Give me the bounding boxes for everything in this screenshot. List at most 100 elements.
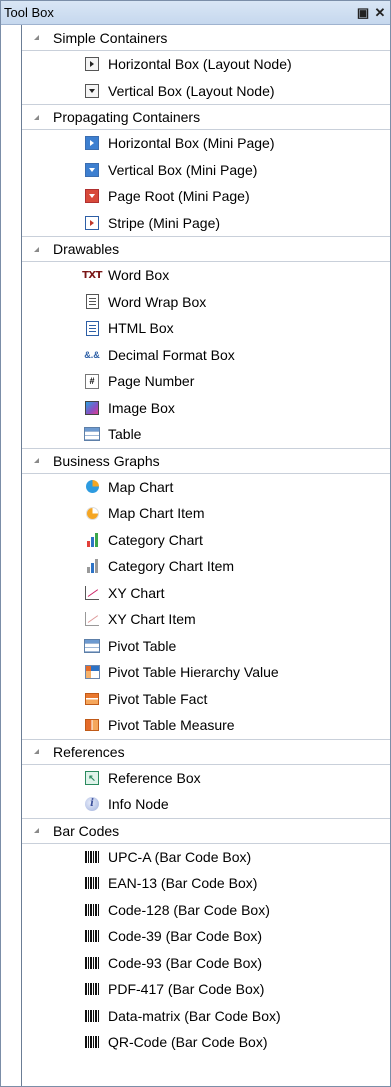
toolbox-item-label: Category Chart bbox=[108, 531, 203, 548]
page-number-icon: # bbox=[84, 373, 100, 389]
toolbox-item-label: Pivot Table bbox=[108, 637, 177, 654]
toolbox-item[interactable]: UPC-A (Bar Code Box) bbox=[22, 844, 390, 871]
horizontal-mini-page-icon bbox=[84, 135, 100, 151]
toolbox-item[interactable]: Page Root (Mini Page) bbox=[22, 183, 390, 210]
group-header[interactable]: Business Graphs bbox=[22, 447, 390, 474]
toolbox-item[interactable]: XY Chart Item bbox=[22, 606, 390, 633]
toolbox-item-label: XY Chart bbox=[108, 584, 165, 601]
toolbox-item[interactable]: Image Box bbox=[22, 395, 390, 422]
toolbox-item-label: Info Node bbox=[108, 796, 169, 813]
bar-chart-icon bbox=[84, 532, 100, 548]
toolbox-item-label: Code-128 (Bar Code Box) bbox=[108, 901, 270, 918]
toolbox-item[interactable]: TXT Word Box bbox=[22, 262, 390, 289]
reference-box-icon: ↖ bbox=[84, 770, 100, 786]
decimal-format-icon: &.& bbox=[84, 349, 100, 360]
toolbox-item[interactable]: Vertical Box (Mini Page) bbox=[22, 157, 390, 184]
group-header[interactable]: Bar Codes bbox=[22, 817, 390, 844]
collapse-triangle-icon[interactable] bbox=[34, 246, 39, 252]
toolbox-item[interactable]: Stripe (Mini Page) bbox=[22, 210, 390, 237]
toolbox-item-label: Category Chart Item bbox=[108, 558, 235, 575]
toolbox-item[interactable]: &.& Decimal Format Box bbox=[22, 342, 390, 369]
toolbox-item-label: Code-39 (Bar Code Box) bbox=[108, 928, 263, 945]
barcode-icon bbox=[84, 928, 100, 944]
toolbox-item-label: Image Box bbox=[108, 399, 175, 416]
toolbox-item-label: Table bbox=[108, 426, 142, 443]
group-label: Simple Containers bbox=[53, 29, 168, 46]
toolbox-item-label: Data-matrix (Bar Code Box) bbox=[108, 1007, 281, 1024]
pie-chart-item-icon bbox=[84, 505, 100, 521]
toolbox-item[interactable]: PDF-417 (Bar Code Box) bbox=[22, 976, 390, 1003]
toolbox-item[interactable]: Code-39 (Bar Code Box) bbox=[22, 923, 390, 950]
group-header[interactable]: Propagating Containers bbox=[22, 104, 390, 130]
toolbox-item[interactable]: Vertical Box (Layout Node) bbox=[22, 78, 390, 105]
toolbox-item[interactable]: Word Wrap Box bbox=[22, 289, 390, 316]
toolbox-item[interactable]: EAN-13 (Bar Code Box) bbox=[22, 870, 390, 897]
toolbox-title: Tool Box bbox=[4, 5, 54, 20]
toolbox-item[interactable]: Code-128 (Bar Code Box) bbox=[22, 897, 390, 924]
toolbox-item-label: HTML Box bbox=[108, 320, 174, 337]
toolbox-item-label: Decimal Format Box bbox=[108, 346, 235, 363]
group-label: Business Graphs bbox=[53, 452, 160, 469]
toolbox-item-label: Page Number bbox=[108, 373, 195, 390]
toolbox-item[interactable]: HTML Box bbox=[22, 315, 390, 342]
group-header[interactable]: Drawables bbox=[22, 236, 390, 262]
collapse-triangle-icon[interactable] bbox=[34, 35, 39, 40]
toolbox-item-label: Word Wrap Box bbox=[108, 293, 207, 310]
html-box-icon bbox=[84, 320, 100, 336]
toolbox-item[interactable]: Table bbox=[22, 421, 390, 448]
toolbox-item[interactable]: Code-93 (Bar Code Box) bbox=[22, 950, 390, 977]
toolbox-item[interactable]: Pivot Table Hierarchy Value bbox=[22, 659, 390, 686]
toolbox-item-label: EAN-13 (Bar Code Box) bbox=[108, 875, 258, 892]
toolbox-item[interactable]: Horizontal Box (Layout Node) bbox=[22, 51, 390, 78]
word-wrap-box-icon bbox=[84, 294, 100, 310]
close-icon[interactable]: ✕ bbox=[373, 5, 387, 20]
toolbox-item[interactable]: # Page Number bbox=[22, 368, 390, 395]
toolbox-item[interactable]: Category Chart Item bbox=[22, 553, 390, 580]
collapse-triangle-icon[interactable] bbox=[34, 749, 39, 754]
toolbox-item[interactable]: XY Chart bbox=[22, 580, 390, 607]
toolbox-item[interactable]: Horizontal Box (Mini Page) bbox=[22, 130, 390, 157]
group-label: References bbox=[53, 743, 125, 760]
collapse-triangle-icon[interactable] bbox=[34, 828, 39, 833]
toolbox-list: Simple Containers Horizontal Box (Layout … bbox=[22, 25, 390, 1056]
toolbox-item[interactable]: Map Chart Item bbox=[22, 500, 390, 527]
vertical-mini-page-icon bbox=[84, 162, 100, 178]
toolbox-item-label: Pivot Table Fact bbox=[108, 690, 208, 707]
toolbox-item-label: Stripe (Mini Page) bbox=[108, 214, 221, 231]
group-header[interactable]: Simple Containers bbox=[22, 25, 390, 51]
stripe-icon bbox=[84, 215, 100, 231]
toolbox-item[interactable]: Pivot Table Fact bbox=[22, 686, 390, 713]
toolbox-item-label: Vertical Box (Layout Node) bbox=[108, 82, 275, 99]
group-label: Bar Codes bbox=[53, 822, 120, 839]
toolbox-item-label: Map Chart bbox=[108, 478, 174, 495]
toolbox-titlebar: Tool Box ▣ ✕ bbox=[1, 1, 390, 25]
toolbox-item[interactable]: Category Chart bbox=[22, 527, 390, 554]
page-root-icon bbox=[84, 188, 100, 204]
pivot-table-icon bbox=[84, 638, 100, 654]
info-icon: i bbox=[84, 796, 100, 812]
horizontal-box-icon bbox=[84, 56, 100, 72]
barcode-icon bbox=[84, 955, 100, 971]
toolbox-item[interactable]: Pivot Table bbox=[22, 633, 390, 660]
collapse-triangle-icon[interactable] bbox=[34, 458, 39, 463]
toolbox-item[interactable]: Map Chart bbox=[22, 474, 390, 501]
toolbox-item-label: UPC-A (Bar Code Box) bbox=[108, 848, 252, 865]
toolbox-item[interactable]: i Info Node bbox=[22, 791, 390, 818]
collapse-triangle-icon[interactable] bbox=[34, 114, 39, 120]
toolbox-item[interactable]: Data-matrix (Bar Code Box) bbox=[22, 1003, 390, 1030]
toolbox-item-label: Pivot Table Hierarchy Value bbox=[108, 664, 279, 681]
pin-icon[interactable]: ▣ bbox=[356, 5, 370, 20]
word-box-icon: TXT bbox=[82, 269, 102, 281]
toolbox-item[interactable]: QR-Code (Bar Code Box) bbox=[22, 1029, 390, 1056]
toolbox-item-label: Word Box bbox=[108, 267, 170, 284]
toolbox-item-label: QR-Code (Bar Code Box) bbox=[108, 1034, 268, 1051]
image-box-icon bbox=[84, 400, 100, 416]
pivot-measure-icon bbox=[84, 717, 100, 733]
barcode-icon bbox=[84, 1034, 100, 1050]
toolbox-item[interactable]: Pivot Table Measure bbox=[22, 712, 390, 739]
toolbox-item[interactable]: ↖ Reference Box bbox=[22, 765, 390, 792]
table-icon bbox=[84, 426, 100, 442]
group-header[interactable]: References bbox=[22, 738, 390, 765]
toolbox-item-label: Pivot Table Measure bbox=[108, 717, 235, 734]
pie-chart-icon bbox=[84, 479, 100, 495]
